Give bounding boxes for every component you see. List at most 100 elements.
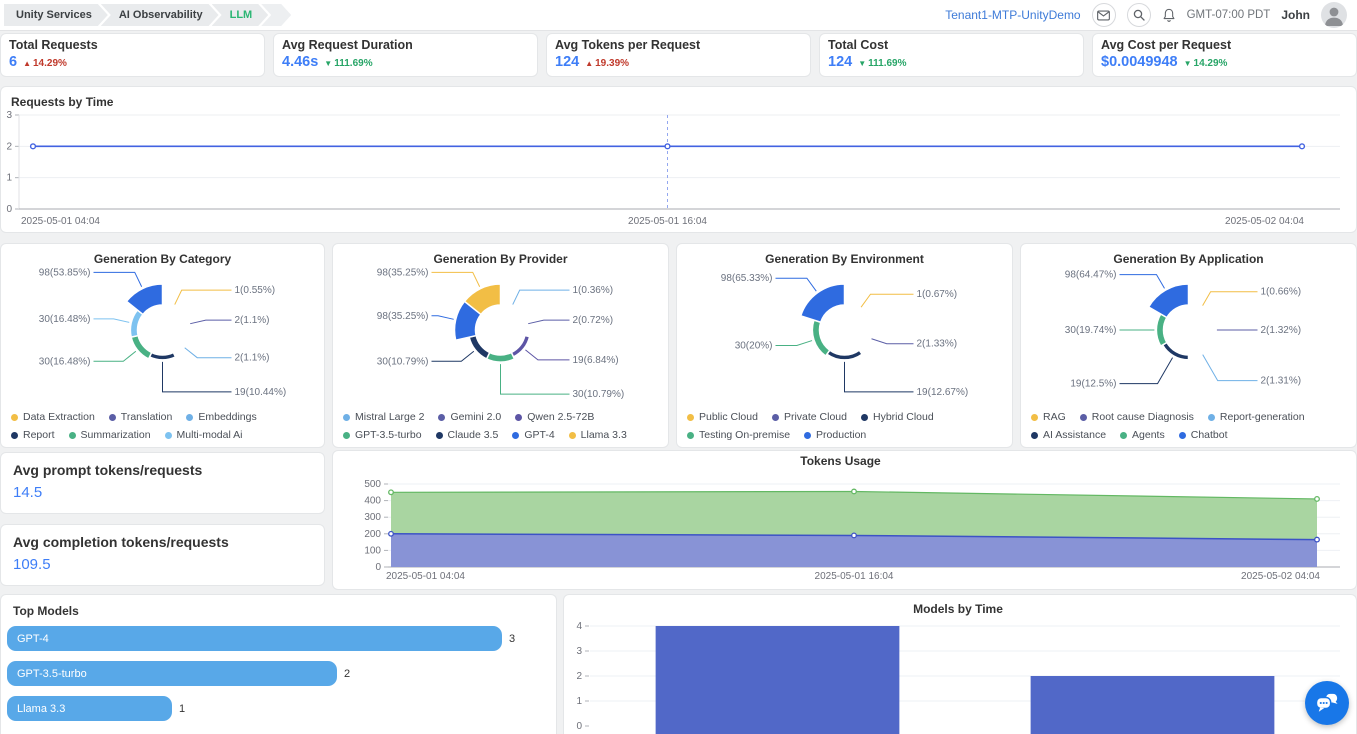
donut-card-generation-by-provider: Generation By Provider1(0.36%)2(0.72%)19… bbox=[332, 243, 669, 448]
prompt-tokens-point[interactable] bbox=[852, 533, 857, 538]
prompt-tokens-point[interactable] bbox=[389, 532, 394, 537]
legend-item-chatbot[interactable]: Chatbot bbox=[1179, 428, 1228, 443]
kpi-value-line: 6▲14.29% bbox=[9, 54, 254, 70]
top-model-bar[interactable]: Llama 3.3 bbox=[7, 696, 172, 721]
kpi-delta: ▼111.69% bbox=[858, 58, 906, 69]
completion-tokens-point[interactable] bbox=[852, 489, 857, 494]
donut-segment-label: 2(1.32%) bbox=[1261, 325, 1302, 336]
legend-item-conversational-ai[interactable]: Conversational AI bbox=[11, 446, 105, 448]
kpi-value: $0.0049948 bbox=[1101, 54, 1178, 70]
legend-item-testing-on-premise[interactable]: Testing On-premise bbox=[687, 428, 790, 443]
models-by-time-bar[interactable] bbox=[1031, 676, 1275, 734]
legend-label: Hybrid Cloud bbox=[873, 410, 934, 425]
tenant-link[interactable]: Tenant1-MTP-UnityDemo bbox=[945, 8, 1080, 22]
legend-label: Qwen 2.5-72B bbox=[527, 410, 594, 425]
tokens-usage-chart[interactable]: Tokens Usage01002003004005002025-05-01 0… bbox=[333, 451, 1348, 583]
donut-segment-label: 98(65.33%) bbox=[721, 273, 773, 284]
top-model-bar[interactable]: GPT-3.5-turbo bbox=[7, 661, 337, 686]
legend-item-rag[interactable]: RAG bbox=[1031, 410, 1066, 425]
legend-item-claude-3-5[interactable]: Claude 3.5 bbox=[436, 428, 499, 443]
legend-item-production[interactable]: Production bbox=[804, 428, 866, 443]
legend-label: Llama 3.3 bbox=[581, 428, 627, 443]
legend-dot bbox=[515, 414, 522, 421]
legend-item-llama-3-3[interactable]: Llama 3.3 bbox=[569, 428, 627, 443]
legend-item-data-extraction[interactable]: Data Extraction bbox=[11, 410, 95, 425]
svg-text:200: 200 bbox=[364, 529, 381, 540]
legend-label: Private Cloud bbox=[784, 410, 847, 425]
top-model-bar-value: 1 bbox=[179, 703, 185, 715]
trend-down-icon: ▼ bbox=[1184, 59, 1192, 68]
donut-segment-label: 2(1.1%) bbox=[235, 353, 270, 364]
kpi-delta-value: 111.69% bbox=[334, 58, 372, 69]
donut-chart-generation-by-category[interactable]: 1(0.55%)2(1.1%)2(1.1%)19(10.44%)30(16.48… bbox=[1, 268, 324, 408]
legend-item-private-cloud[interactable]: Private Cloud bbox=[772, 410, 847, 425]
legend-item-gpt-4[interactable]: GPT-4 bbox=[512, 428, 554, 443]
legend-item-translation[interactable]: Translation bbox=[109, 410, 173, 425]
requests-by-time-title: Requests by Time bbox=[1, 87, 1356, 111]
legend-item-report-generation[interactable]: Report-generation bbox=[1208, 410, 1305, 425]
donut-segment-label: 1(0.67%) bbox=[917, 289, 958, 300]
top-model-row-llama-3-3: Llama 3.3 1 bbox=[7, 696, 548, 721]
requests-data-point[interactable] bbox=[665, 144, 670, 149]
svg-text:2: 2 bbox=[6, 141, 12, 152]
prompt-tokens-point[interactable] bbox=[1315, 537, 1320, 542]
legend-item-root-cause-diagnosis[interactable]: Root cause Diagnosis bbox=[1080, 410, 1194, 425]
mail-icon[interactable] bbox=[1092, 3, 1116, 27]
kpi-title: Avg Tokens per Request bbox=[555, 38, 800, 52]
donut-segment-label: 30(20%) bbox=[735, 340, 773, 351]
models-by-time-bar[interactable] bbox=[656, 626, 900, 734]
legend-item-public-cloud[interactable]: Public Cloud bbox=[687, 410, 758, 425]
completion-tokens-point[interactable] bbox=[389, 490, 394, 495]
breadcrumb-item-llm[interactable]: LLM bbox=[212, 4, 269, 26]
avatar[interactable] bbox=[1321, 2, 1347, 28]
legend-item-gpt-3-5-turbo[interactable]: GPT-3.5-turbo bbox=[343, 428, 422, 443]
legend-item-summarization[interactable]: Summarization bbox=[69, 428, 151, 443]
legend-item-ai-assistance[interactable]: AI Assistance bbox=[1031, 428, 1106, 443]
legend-dot bbox=[11, 414, 18, 421]
models-by-time-chart[interactable]: Models by Time43210 bbox=[564, 595, 1352, 734]
breadcrumb-item-unity-services[interactable]: Unity Services bbox=[4, 4, 108, 26]
legend-dot bbox=[804, 432, 811, 439]
donut-chart-generation-by-application[interactable]: 1(0.66%)2(1.32%)2(1.31%)19(12.5%)30(19.7… bbox=[1021, 268, 1356, 408]
donut-chart-generation-by-provider[interactable]: 1(0.36%)2(0.72%)19(6.84%)30(10.79%)30(10… bbox=[333, 268, 668, 408]
legend-item-embeddings[interactable]: Embeddings bbox=[186, 410, 256, 425]
completion-tokens-point[interactable] bbox=[1315, 497, 1320, 502]
legend-dot bbox=[436, 432, 443, 439]
requests-data-point[interactable] bbox=[31, 144, 36, 149]
legend-item-hybrid-cloud[interactable]: Hybrid Cloud bbox=[861, 410, 934, 425]
search-icon[interactable] bbox=[1127, 3, 1151, 27]
legend-item-report[interactable]: Report bbox=[11, 428, 55, 443]
donut-segment-label: 1(0.66%) bbox=[1261, 287, 1302, 298]
kpi-delta: ▼111.69% bbox=[324, 58, 372, 69]
legend-item-gemini-2-0[interactable]: Gemini 2.0 bbox=[438, 410, 501, 425]
kpi-delta-value: 111.69% bbox=[868, 58, 906, 69]
completion-tokens-area[interactable] bbox=[391, 491, 1317, 539]
legend-label: Agents bbox=[1132, 428, 1165, 443]
chat-fab-button[interactable] bbox=[1305, 681, 1349, 725]
donut-card-generation-by-environment: Generation By Environment1(0.67%)2(1.33%… bbox=[676, 243, 1013, 448]
requests-by-time-chart[interactable]: 01232025-05-01 04:042025-05-01 16:042025… bbox=[1, 111, 1346, 229]
top-model-bar[interactable]: GPT-4 bbox=[7, 626, 502, 651]
kpi-title: Total Cost bbox=[828, 38, 1073, 52]
trend-down-icon: ▼ bbox=[858, 59, 866, 68]
kpi-value: 124 bbox=[828, 54, 852, 70]
kpi-card-avg-request-duration: Avg Request Duration4.46s▼111.69% bbox=[273, 33, 538, 77]
svg-text:3: 3 bbox=[6, 111, 12, 121]
generation-donuts-row: Generation By Category1(0.55%)2(1.1%)2(1… bbox=[0, 243, 1357, 448]
breadcrumb-item-ai-observability[interactable]: AI Observability bbox=[101, 4, 219, 26]
kpi-value: 4.46s bbox=[282, 54, 318, 70]
kpi-value-line: 124▲19.39% bbox=[555, 54, 800, 70]
donut-legend: Data Extraction Translation Embeddings Repo… bbox=[1, 408, 324, 448]
legend-item-qwen-2-5-72b[interactable]: Qwen 2.5-72B bbox=[515, 410, 594, 425]
legend-dot bbox=[343, 432, 350, 439]
legend-dot bbox=[687, 432, 694, 439]
requests-data-point[interactable] bbox=[1300, 144, 1305, 149]
donut-segment-label: 2(1.1%) bbox=[235, 315, 270, 326]
donut-chart-generation-by-environment[interactable]: 1(0.67%)2(1.33%)19(12.67%)30(20%)98(65.3… bbox=[677, 268, 1012, 408]
legend-item-mistral-large-2[interactable]: Mistral Large 2 bbox=[343, 410, 424, 425]
legend-item-multi-modal-ai[interactable]: Multi-modal Ai bbox=[165, 428, 243, 443]
legend-dot bbox=[69, 432, 76, 439]
bell-icon[interactable] bbox=[1162, 8, 1176, 23]
svg-text:2025-05-02 04:04: 2025-05-02 04:04 bbox=[1225, 216, 1304, 227]
legend-item-agents[interactable]: Agents bbox=[1120, 428, 1165, 443]
